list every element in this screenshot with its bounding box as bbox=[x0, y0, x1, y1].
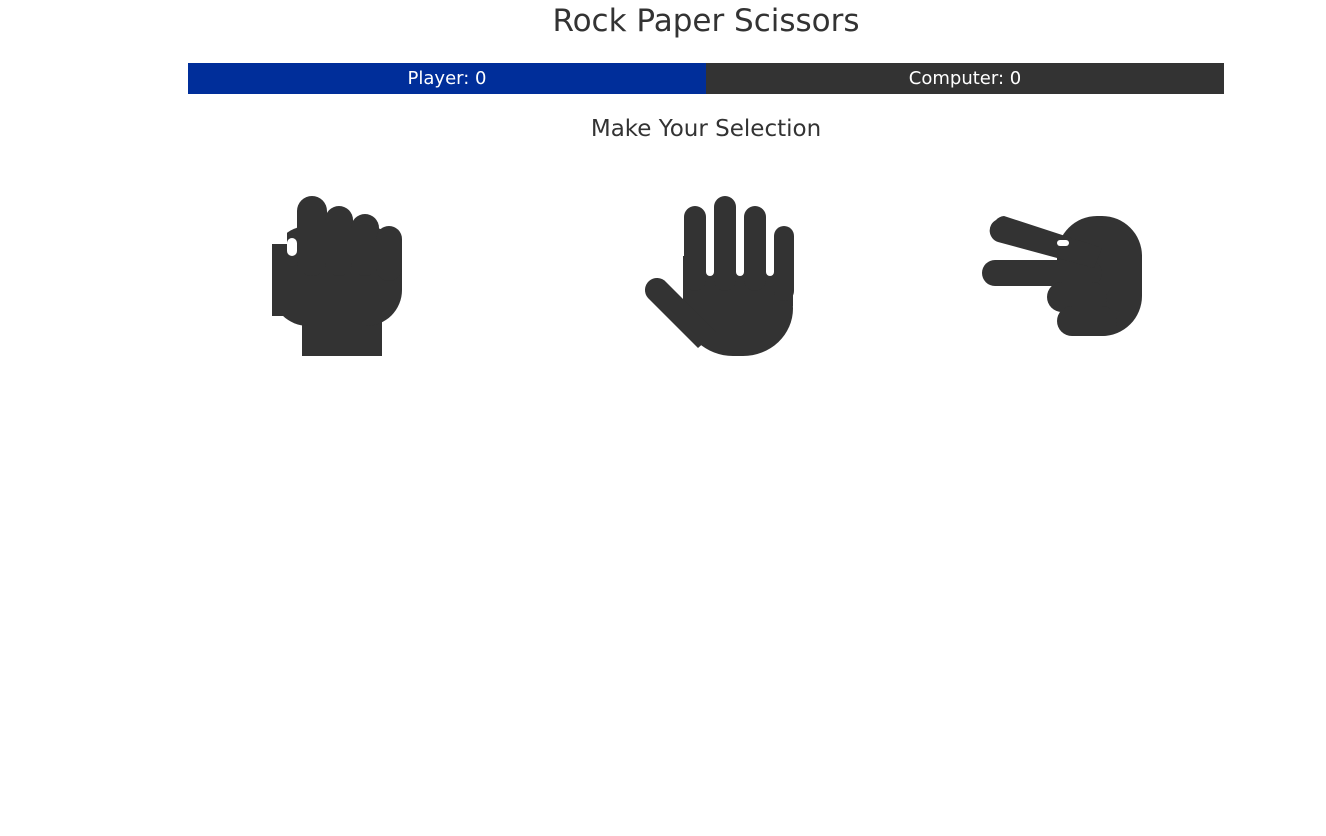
rock-button[interactable] bbox=[270, 196, 450, 356]
computer-score: Computer: 0 bbox=[706, 63, 1224, 94]
choice-list bbox=[188, 196, 1224, 356]
scissors-button[interactable] bbox=[962, 196, 1142, 356]
scoreboard: Player: 0 Computer: 0 bbox=[188, 63, 1224, 94]
game-page: Rock Paper Scissors Player: 0 Computer: … bbox=[0, 0, 1326, 836]
player-score: Player: 0 bbox=[188, 63, 706, 94]
hand-open-icon bbox=[644, 196, 794, 356]
hand-fist-icon bbox=[270, 196, 402, 356]
page-title: Rock Paper Scissors bbox=[552, 3, 860, 39]
selection-prompt: Make Your Selection bbox=[590, 116, 822, 142]
hand-scissors-icon bbox=[982, 216, 1142, 336]
paper-button[interactable] bbox=[616, 196, 796, 356]
